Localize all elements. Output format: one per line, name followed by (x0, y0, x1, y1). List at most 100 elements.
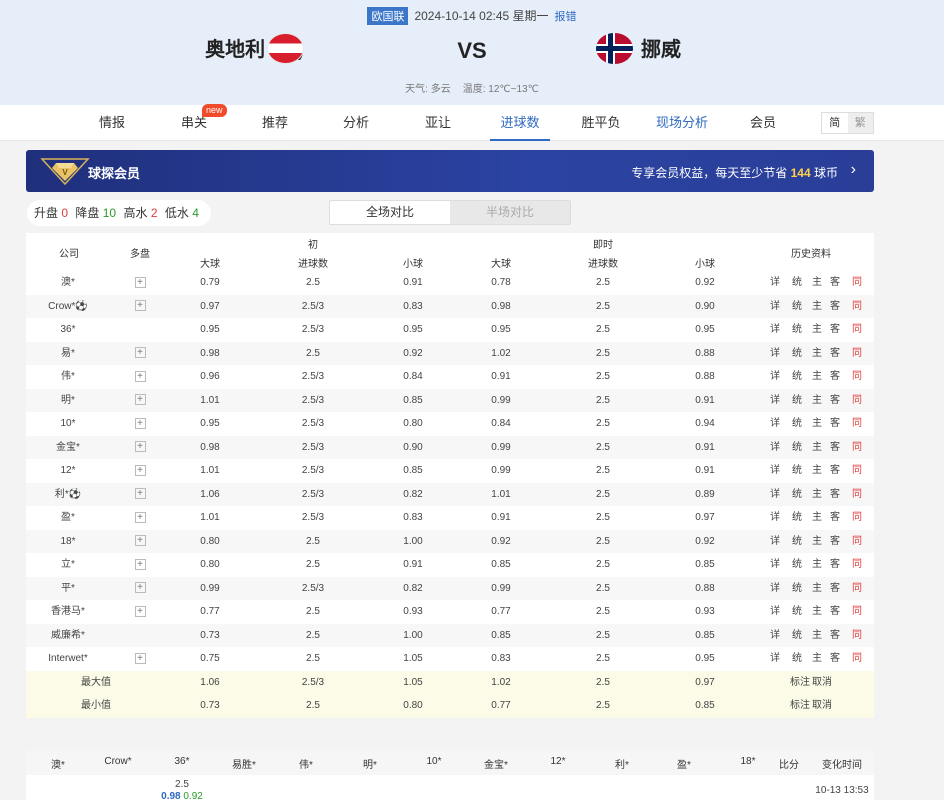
expand-multi-icon[interactable]: + (110, 483, 170, 507)
same-link[interactable]: 同 (852, 271, 862, 295)
expand-multi-icon[interactable]: + (110, 412, 170, 436)
tab-recommend[interactable]: 推荐 (245, 105, 305, 141)
same-link[interactable]: 同 (852, 553, 862, 577)
vip-banner[interactable]: V 球探会员 专享会员权益，每天至少节省 144 球币 › (26, 150, 874, 192)
same-link[interactable]: 同 (852, 318, 862, 342)
home-link[interactable]: 主 (812, 647, 822, 671)
stats-link[interactable]: 统 (792, 577, 802, 601)
full-match-tab[interactable]: 全场对比 (330, 201, 450, 224)
stats-link[interactable]: 统 (792, 459, 802, 483)
stats-link[interactable]: 统 (792, 389, 802, 413)
home-link[interactable]: 主 (812, 483, 822, 507)
same-link[interactable]: 同 (852, 365, 862, 389)
home-link[interactable]: 主 (812, 271, 822, 295)
cancel-link[interactable]: 取消 (812, 694, 832, 718)
company-name[interactable]: 明* (38, 389, 98, 413)
stats-link[interactable]: 统 (792, 530, 802, 554)
company-name[interactable]: 36* (38, 318, 98, 342)
same-link[interactable]: 同 (852, 436, 862, 460)
detail-link[interactable]: 详 (770, 318, 780, 342)
away-team-name[interactable]: 挪威 (641, 34, 681, 66)
stats-link[interactable]: 统 (792, 483, 802, 507)
expand-multi-icon[interactable]: + (110, 459, 170, 483)
detail-link[interactable]: 详 (770, 624, 780, 648)
away-link[interactable]: 客 (830, 365, 840, 389)
company-name[interactable]: 利*⚽ (38, 483, 98, 507)
stats-link[interactable]: 统 (792, 412, 802, 436)
detail-link[interactable]: 详 (770, 412, 780, 436)
tab-analysis[interactable]: 分析 (326, 105, 386, 141)
half-match-tab[interactable]: 半场对比 (450, 201, 570, 224)
company-name[interactable]: Interwet* (38, 647, 98, 671)
chevron-right-icon[interactable]: › (851, 161, 856, 179)
home-link[interactable]: 主 (812, 412, 822, 436)
company-name[interactable]: 金宝* (38, 436, 98, 460)
home-link[interactable]: 主 (812, 436, 822, 460)
company-name[interactable]: 平* (38, 577, 98, 601)
home-link[interactable]: 主 (812, 600, 822, 624)
detail-link[interactable]: 详 (770, 600, 780, 624)
stats-link[interactable]: 统 (792, 271, 802, 295)
away-link[interactable]: 客 (830, 459, 840, 483)
stats-link[interactable]: 统 (792, 436, 802, 460)
away-link[interactable]: 客 (830, 530, 840, 554)
home-link[interactable]: 主 (812, 530, 822, 554)
away-link[interactable]: 客 (830, 647, 840, 671)
detail-link[interactable]: 详 (770, 647, 780, 671)
same-link[interactable]: 同 (852, 459, 862, 483)
expand-multi-icon[interactable]: + (110, 577, 170, 601)
company-name[interactable]: 澳* (38, 271, 98, 295)
same-link[interactable]: 同 (852, 342, 862, 366)
detail-link[interactable]: 详 (770, 553, 780, 577)
mark-link[interactable]: 标注 (790, 694, 810, 718)
report-link[interactable]: 报错 (555, 11, 577, 23)
tab-1x2[interactable]: 胜平负 (571, 105, 631, 141)
away-link[interactable]: 客 (830, 412, 840, 436)
expand-multi-icon[interactable]: + (110, 365, 170, 389)
detail-link[interactable]: 详 (770, 483, 780, 507)
away-link[interactable]: 客 (830, 342, 840, 366)
company-name[interactable]: 盈* (38, 506, 98, 530)
same-link[interactable]: 同 (852, 506, 862, 530)
same-link[interactable]: 同 (852, 483, 862, 507)
tab-intel[interactable]: 情报 (82, 105, 142, 141)
away-link[interactable]: 客 (830, 271, 840, 295)
same-link[interactable]: 同 (852, 647, 862, 671)
home-link[interactable]: 主 (812, 389, 822, 413)
expand-multi-icon[interactable]: + (110, 600, 170, 624)
detail-link[interactable]: 详 (770, 342, 780, 366)
stats-link[interactable]: 统 (792, 365, 802, 389)
away-link[interactable]: 客 (830, 483, 840, 507)
home-link[interactable]: 主 (812, 506, 822, 530)
expand-multi-icon[interactable]: + (110, 436, 170, 460)
company-name[interactable]: 10* (38, 412, 98, 436)
home-link[interactable]: 主 (812, 342, 822, 366)
expand-multi-icon[interactable]: + (110, 389, 170, 413)
tab-asian-handicap[interactable]: 亚让 (408, 105, 468, 141)
tab-total-goals[interactable]: 进球数 (490, 105, 550, 141)
stats-link[interactable]: 统 (792, 506, 802, 530)
expand-multi-icon[interactable]: + (110, 506, 170, 530)
stats-link[interactable]: 统 (792, 295, 802, 319)
stats-link[interactable]: 统 (792, 600, 802, 624)
away-link[interactable]: 客 (830, 577, 840, 601)
same-link[interactable]: 同 (852, 389, 862, 413)
same-link[interactable]: 同 (852, 624, 862, 648)
away-link[interactable]: 客 (830, 389, 840, 413)
expand-multi-icon[interactable]: + (110, 342, 170, 366)
away-link[interactable]: 客 (830, 318, 840, 342)
home-link[interactable]: 主 (812, 295, 822, 319)
detail-link[interactable]: 详 (770, 577, 780, 601)
expand-multi-icon[interactable]: + (110, 271, 170, 295)
away-link[interactable]: 客 (830, 624, 840, 648)
stats-link[interactable]: 统 (792, 624, 802, 648)
same-link[interactable]: 同 (852, 577, 862, 601)
expand-multi-icon[interactable]: + (110, 295, 170, 319)
company-name[interactable]: 立* (38, 553, 98, 577)
mark-link[interactable]: 标注 (790, 671, 810, 695)
stats-link[interactable]: 统 (792, 342, 802, 366)
stats-link[interactable]: 统 (792, 318, 802, 342)
detail-link[interactable]: 详 (770, 530, 780, 554)
detail-link[interactable]: 详 (770, 389, 780, 413)
lang-traditional-button[interactable]: 繁 (847, 113, 873, 133)
